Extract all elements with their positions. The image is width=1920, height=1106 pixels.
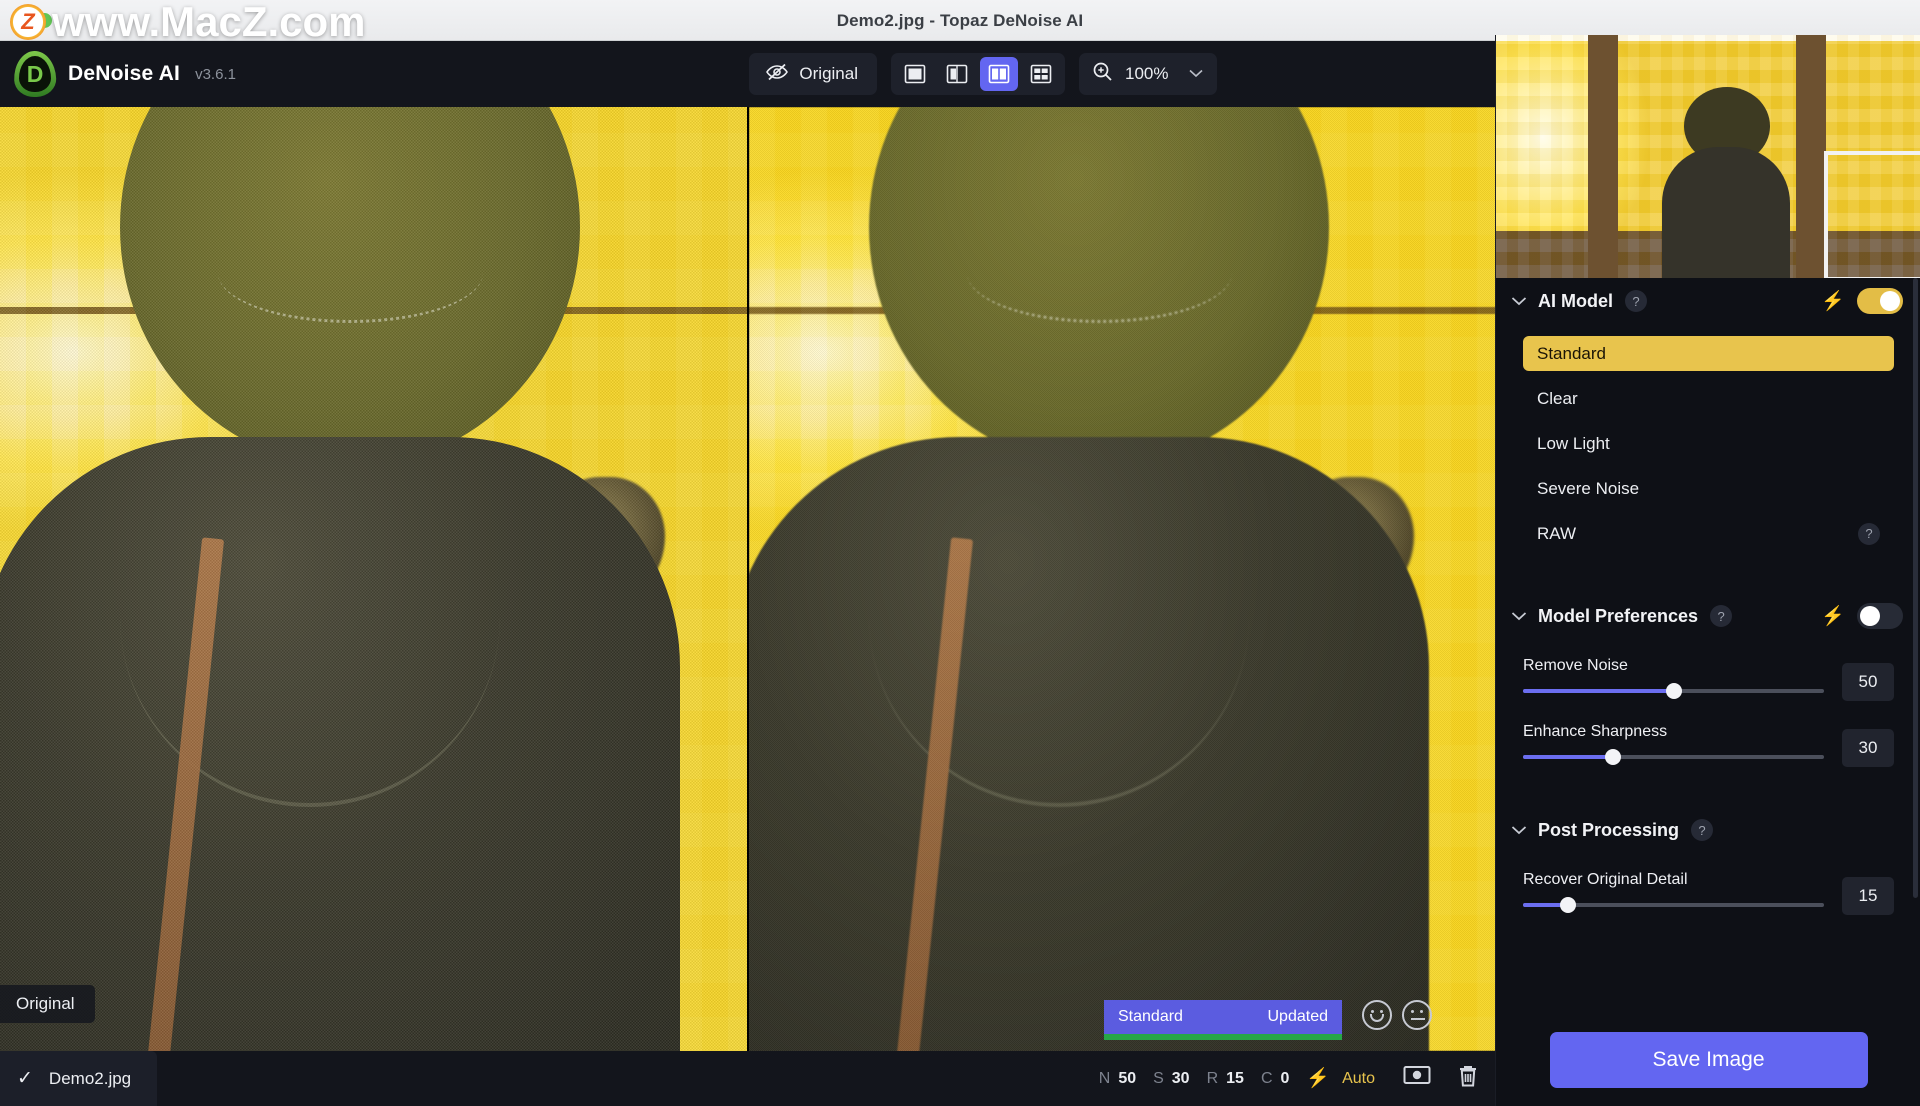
lightning-bolt-icon: ⚡ <box>1821 605 1845 627</box>
stat-key-n: N <box>1098 1069 1111 1087</box>
toggle-original-button[interactable]: Original <box>749 53 877 95</box>
original-image-pane[interactable] <box>0 107 747 1051</box>
model-option-clear[interactable]: Clear <box>1523 381 1894 416</box>
enhance-sharpness-value[interactable]: 30 <box>1842 729 1894 767</box>
stat-value-r: 15 <box>1226 1069 1244 1087</box>
panel-sections: AI Model ? ⚡ Standard Clear Low Light Se… <box>1496 278 1920 1049</box>
image-compare-canvas[interactable]: Original <box>0 107 1495 1051</box>
model-preferences-auto-toggle[interactable] <box>1857 603 1903 629</box>
recover-original-detail-value[interactable]: 15 <box>1842 877 1894 915</box>
ai-model-auto-toggle[interactable] <box>1857 288 1903 314</box>
model-label: Severe Noise <box>1537 478 1640 498</box>
single-pane-icon[interactable] <box>896 57 934 91</box>
post-processing-help-icon[interactable]: ? <box>1691 819 1714 841</box>
stat-key-c: C <box>1260 1069 1273 1087</box>
recover-original-detail-label: Recover Original Detail <box>1523 871 1688 888</box>
stat-value-n: 50 <box>1118 1069 1137 1087</box>
stat-value-c: 0 <box>1280 1069 1290 1087</box>
recover-original-detail-slider[interactable] <box>1523 897 1824 913</box>
model-label: Standard <box>1537 343 1606 363</box>
checkmark-icon: ✓ <box>17 1068 33 1089</box>
brand-version: v3.6.1 <box>195 65 236 83</box>
status-bar-icons <box>1403 1064 1479 1093</box>
trash-icon[interactable] <box>1457 1064 1479 1093</box>
lightning-bolt-icon: ⚡ <box>1821 290 1845 312</box>
enhance-sharpness-slider[interactable] <box>1523 749 1824 765</box>
model-label: RAW <box>1537 523 1577 543</box>
comparison-status-badge: Standard Updated <box>1104 1000 1342 1040</box>
brand-block: D DeNoise AI v3.6.1 <box>0 50 236 98</box>
chevron-down-icon[interactable] <box>1506 603 1532 629</box>
ai-model-list: Standard Clear Low Light Severe Noise RA… <box>1496 324 1920 551</box>
preview-image-icon[interactable] <box>1403 1064 1431 1093</box>
model-label: Low Light <box>1537 433 1610 453</box>
stat-key-s: S <box>1153 1069 1164 1087</box>
stat-key-r: R <box>1206 1069 1219 1087</box>
recover-original-detail-slider-row: Recover Original Detail 15 <box>1496 871 1920 915</box>
remove-noise-label: Remove Noise <box>1523 657 1628 674</box>
view-mode-group <box>891 53 1065 95</box>
ai-model-title: AI Model <box>1538 290 1613 311</box>
magnifier-plus-icon <box>1092 61 1113 87</box>
post-processing-section-header[interactable]: Post Processing ? <box>1496 807 1920 853</box>
model-option-low-light[interactable]: Low Light <box>1523 426 1894 461</box>
remove-noise-slider[interactable] <box>1523 683 1824 699</box>
thumbs-neutral-face-icon[interactable] <box>1402 1000 1432 1030</box>
badge-model-name: Standard <box>1118 1008 1183 1025</box>
enhance-sharpness-label: Enhance Sharpness <box>1523 723 1668 740</box>
model-option-raw[interactable]: RAW ? <box>1523 516 1894 551</box>
watermark-logo-letter: Z <box>21 9 35 34</box>
file-chip[interactable]: ✓ Demo2.jpg <box>0 1051 158 1106</box>
model-preferences-section-header[interactable]: Model Preferences ? ⚡ <box>1496 593 1920 639</box>
model-option-standard[interactable]: Standard <box>1523 336 1894 371</box>
save-bar: Save Image <box>1496 1014 1920 1106</box>
original-pane-label: Original <box>0 985 95 1023</box>
two-pane-icon[interactable] <box>938 57 976 91</box>
status-bar: ✓ Demo2.jpg N 50 S 30 R 15 C 0 ⚡ Auto <box>0 1051 1495 1106</box>
lightning-bolt-icon: ⚡ <box>1306 1068 1331 1089</box>
chevron-down-icon[interactable] <box>1506 817 1532 843</box>
chevron-down-icon <box>1189 65 1203 83</box>
status-filename: Demo2.jpg <box>48 1068 132 1088</box>
post-processing-title: Post Processing <box>1538 819 1680 840</box>
settings-panel: AI Model ? ⚡ Standard Clear Low Light Se… <box>1495 35 1920 1106</box>
brand-name: DeNoise AI <box>68 62 181 85</box>
remove-noise-slider-row: Remove Noise 50 <box>1496 657 1920 701</box>
chevron-down-icon[interactable] <box>1506 288 1532 314</box>
watermark-logo-icon: Z <box>10 4 46 40</box>
denoise-logo-icon: D <box>13 50 57 98</box>
model-preferences-help-icon[interactable]: ? <box>1710 605 1733 627</box>
ai-model-help-icon[interactable]: ? <box>1625 290 1647 312</box>
remove-noise-value[interactable]: 50 <box>1842 663 1894 701</box>
window-title: Demo2.jpg - Topaz DeNoise AI <box>836 11 1084 30</box>
model-option-severe-noise[interactable]: Severe Noise <box>1523 471 1894 506</box>
brand-logo-letter: D <box>26 60 44 87</box>
zoom-control[interactable]: 100% <box>1079 53 1217 95</box>
thumbs-happy-face-icon[interactable] <box>1362 1000 1392 1030</box>
eye-slash-icon <box>766 63 789 86</box>
model-preferences-title: Model Preferences <box>1538 605 1699 626</box>
stat-value-s: 30 <box>1171 1069 1190 1087</box>
four-pane-icon[interactable] <box>1022 57 1060 91</box>
pane-divider[interactable] <box>747 107 749 1051</box>
badge-status: Updated <box>1267 1008 1329 1025</box>
model-label: Clear <box>1537 388 1578 408</box>
processed-image-pane[interactable] <box>749 107 1495 1051</box>
original-button-label: Original <box>799 64 858 83</box>
auto-mode-label: Auto <box>1342 1069 1375 1087</box>
enhance-sharpness-slider-row: Enhance Sharpness 30 <box>1496 723 1920 767</box>
navigator-viewport-rect[interactable] <box>1824 151 1920 278</box>
raw-model-help-icon[interactable]: ? <box>1858 522 1880 545</box>
save-image-button[interactable]: Save Image <box>1549 1032 1868 1088</box>
app-window: Demo2.jpg - Topaz DeNoise AI Z www.MacZ.… <box>0 0 1920 1106</box>
image-navigator-thumbnail[interactable] <box>1496 35 1920 278</box>
zoom-level-label: 100% <box>1125 64 1169 83</box>
ai-model-section-header[interactable]: AI Model ? ⚡ <box>1496 278 1920 324</box>
feedback-buttons <box>1362 1000 1432 1030</box>
side-by-side-view-icon[interactable] <box>980 57 1018 91</box>
